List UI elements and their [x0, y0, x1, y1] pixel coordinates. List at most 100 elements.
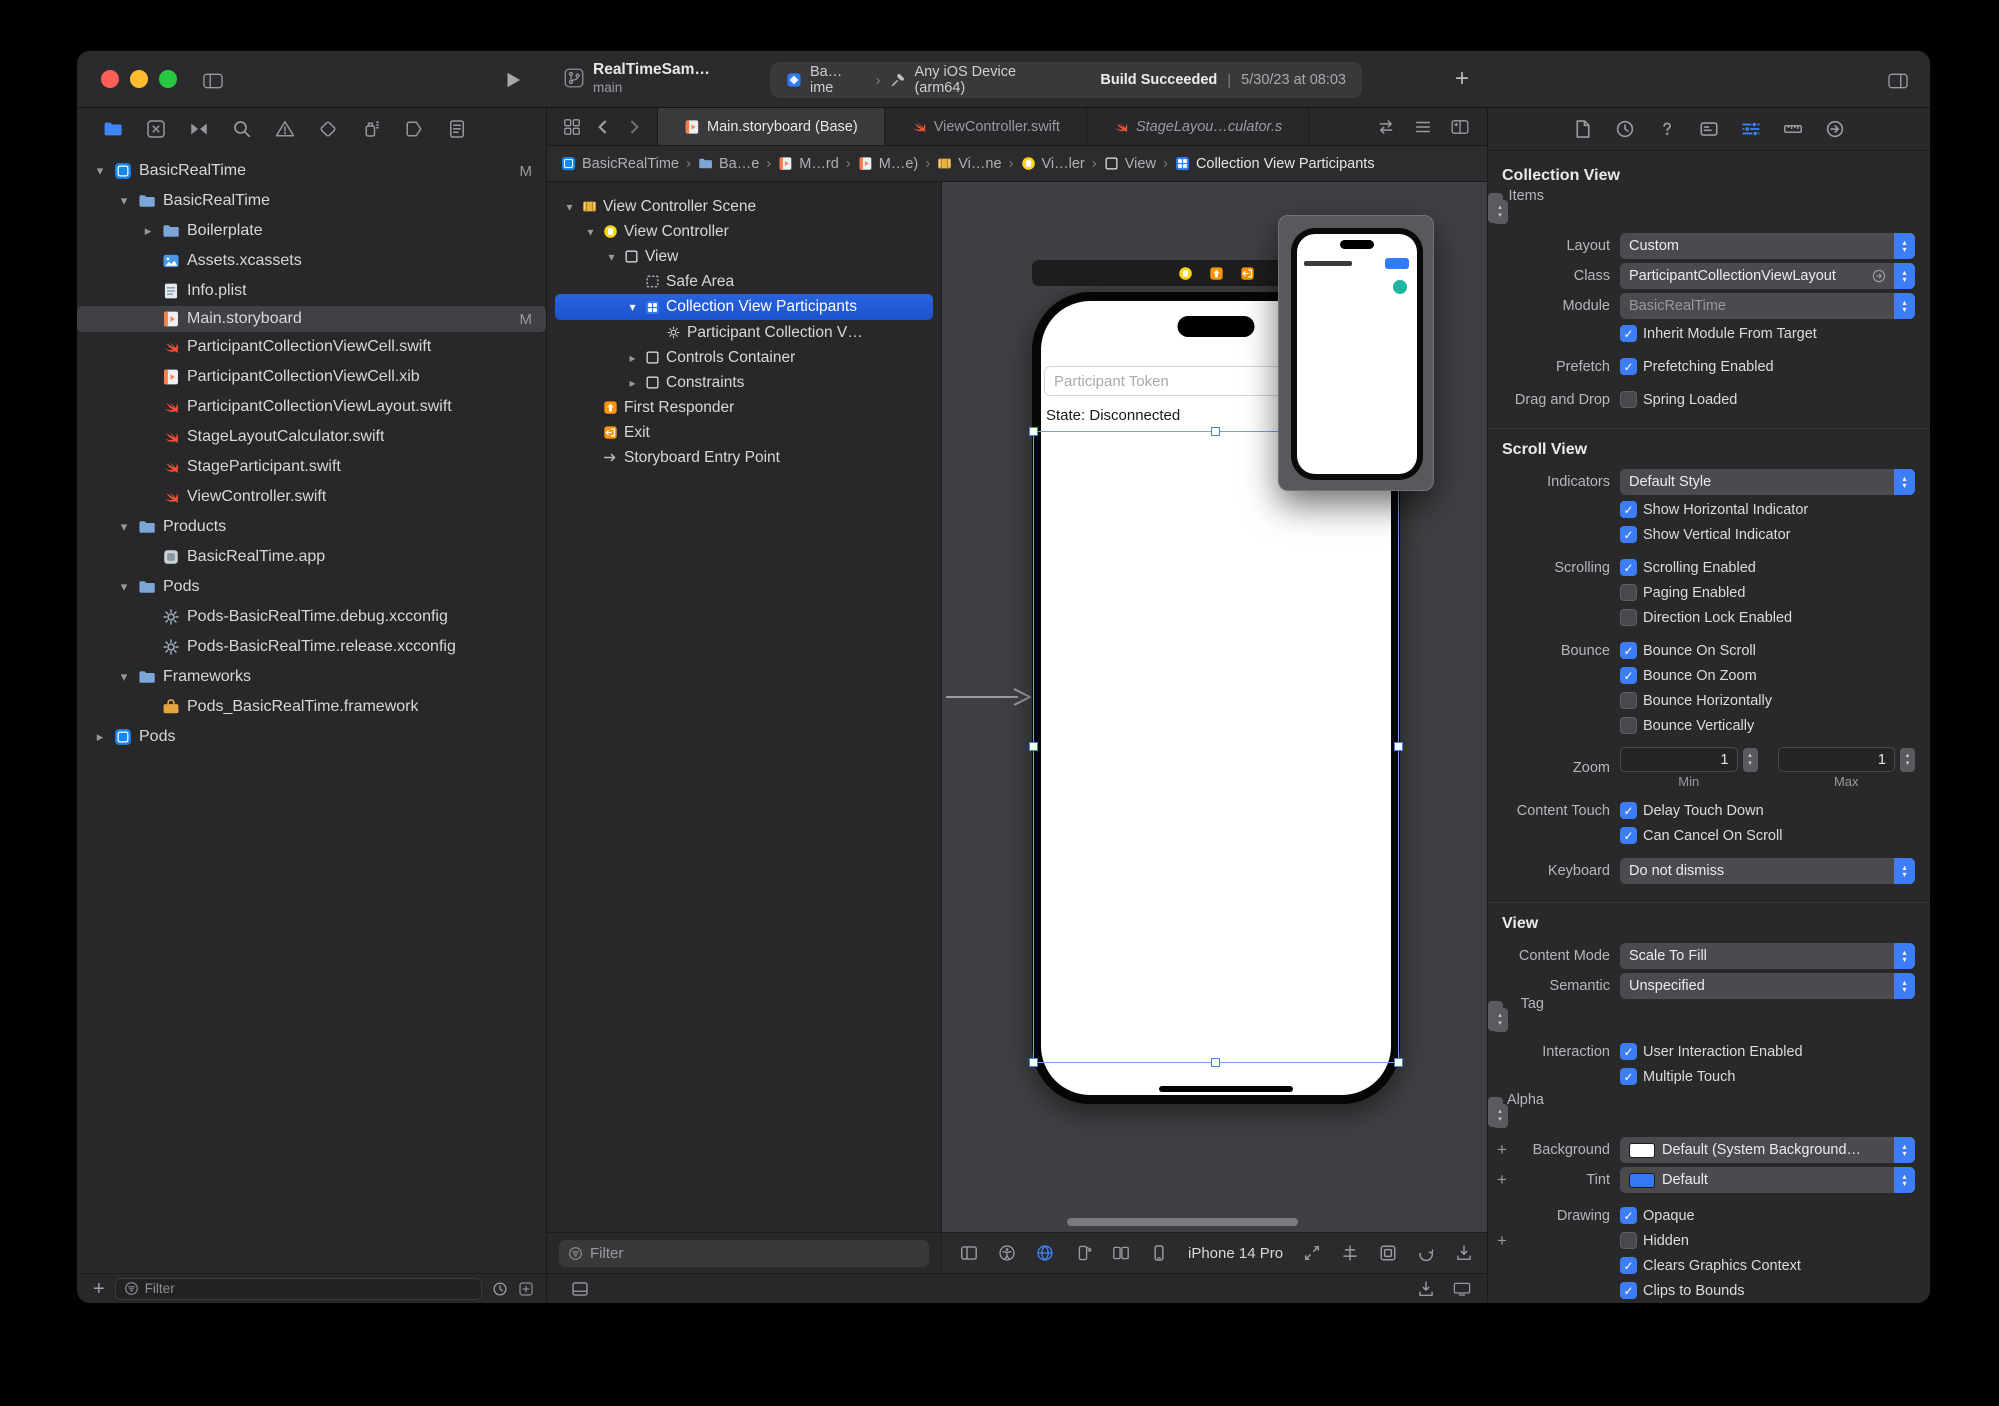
popup-tint[interactable]: Default ▴ ▾	[1620, 1167, 1915, 1193]
checkbox-clips-to-bounds[interactable]: ✓	[1620, 1282, 1637, 1299]
editor-tab-main-storyboard-base[interactable]: Main.storyboard (Base)	[657, 108, 885, 145]
file-tree-item-assets-xcassets[interactable]: Assets.xcassets	[77, 246, 546, 276]
zoom-max-stepper[interactable]: ▴ ▾	[1900, 747, 1915, 772]
outline-item-participant-collection-v[interactable]: Participant Collection V…	[555, 320, 933, 345]
navigator-tab-find[interactable]	[232, 119, 252, 139]
checkbox-spring-loaded[interactable]	[1620, 391, 1637, 408]
disclosure-chevron[interactable]: ▸	[626, 376, 639, 390]
outline-item-safe-area[interactable]: Safe Area	[555, 269, 933, 294]
disclosure-chevron[interactable]: ▾	[563, 200, 576, 214]
file-tree-item-info-plist[interactable]: Info.plist	[77, 276, 546, 306]
resize-handle[interactable]	[1211, 1058, 1220, 1067]
inspector-tab-quick-help[interactable]	[1657, 119, 1677, 139]
outline-item-controls-container[interactable]: ▸ Controls Container	[555, 345, 933, 370]
add-variation-button[interactable]: +	[1497, 1140, 1507, 1160]
checkbox-show-vertical-indicator[interactable]: ✓	[1620, 526, 1637, 543]
exit-icon[interactable]	[1240, 266, 1255, 281]
toggle-navigator-button[interactable]	[203, 71, 223, 91]
file-tree-item-products[interactable]: ▾ Products	[77, 512, 546, 542]
checkbox-delay-touch-down[interactable]: ✓	[1620, 802, 1637, 819]
jump-to-class-icon[interactable]	[1872, 269, 1886, 283]
checkbox-bounce-on-scroll[interactable]: ✓	[1620, 642, 1637, 659]
scheme-name[interactable]: Ba…ime	[810, 64, 865, 96]
file-tree-item-basicrealtime[interactable]: ▾ BasicRealTime	[77, 186, 546, 216]
outline-item-first-responder[interactable]: First Responder	[555, 395, 933, 420]
breadcrumb-item-vi-ler[interactable]: Vi…ler	[1021, 156, 1085, 172]
toggle-inspector-button[interactable]	[1888, 71, 1908, 91]
file-tree-item-pods-basicrealtime-framework[interactable]: Pods_BasicRealTime.framework	[77, 692, 546, 722]
appearance-globe-icon[interactable]	[1036, 1244, 1054, 1262]
stepper-items[interactable]: ▴ ▾	[1492, 200, 1508, 224]
toggle-outline-icon[interactable]	[571, 1280, 589, 1298]
outline-item-collection-view-participants[interactable]: ▾ Collection View Participants	[555, 294, 933, 320]
adjust-editor-icon[interactable]	[1414, 118, 1432, 136]
popup-module[interactable]: BasicRealTime ▴ ▾	[1620, 293, 1915, 319]
navigator-tab-reports[interactable]	[447, 119, 467, 139]
checkbox-paging-enabled[interactable]	[1620, 584, 1637, 601]
zoom-window-button[interactable]	[159, 70, 177, 88]
stepper-alpha[interactable]: ▴ ▾	[1492, 1104, 1508, 1128]
checkbox-direction-lock-enabled[interactable]	[1620, 609, 1637, 626]
breadcrumb-item-collection-view-participants[interactable]: Collection View Participants	[1175, 156, 1375, 172]
inspector-tab-size[interactable]	[1783, 119, 1803, 139]
rotate-device-icon[interactable]	[1074, 1244, 1092, 1262]
run-button[interactable]	[503, 70, 523, 90]
resize-handle[interactable]	[1029, 742, 1038, 751]
stepper-tag[interactable]: ▴ ▾	[1492, 1008, 1508, 1032]
resolve-autolayout-icon[interactable]	[1455, 1244, 1473, 1262]
update-frames-icon[interactable]	[1417, 1280, 1435, 1298]
add-editor-icon[interactable]	[1451, 118, 1469, 136]
resize-handle[interactable]	[1394, 742, 1403, 751]
file-tree-item-basicrealtime[interactable]: ▾ BasicRealTime M	[77, 156, 546, 186]
inspector-tab-attributes[interactable]	[1741, 119, 1761, 139]
outline-item-exit[interactable]: Exit	[555, 420, 933, 445]
outline-item-view-controller[interactable]: ▾ View Controller	[555, 219, 933, 244]
embed-icon[interactable]	[1417, 1244, 1435, 1262]
popup-class[interactable]: ParticipantCollectionViewLayout ▴ ▾	[1620, 263, 1915, 289]
add-variation-button[interactable]: +	[1497, 1170, 1507, 1190]
scheme-selector[interactable]: Ba…ime › Any iOS Device (arm64) Build Su…	[770, 62, 1362, 98]
checkbox-scrolling-enabled[interactable]: ✓	[1620, 559, 1637, 576]
disclosure-chevron[interactable]: ▾	[117, 579, 131, 595]
inspector-tab-history[interactable]	[1615, 119, 1635, 139]
file-tree-item-participantcollectionviewlayout-swift[interactable]: ParticipantCollectionViewLayout.swift	[77, 392, 546, 422]
breadcrumb-item-vi-ne[interactable]: Vi…ne	[937, 156, 1002, 172]
resize-handle[interactable]	[1211, 427, 1220, 436]
disclosure-chevron[interactable]: ▸	[141, 223, 155, 239]
view-controller-icon[interactable]	[1178, 266, 1193, 281]
storyboard-canvas[interactable]: Participant Token State: Disconnected	[942, 182, 1487, 1232]
breadcrumb-item-m-e[interactable]: M…e)	[858, 156, 918, 172]
destination-name[interactable]: Any iOS Device (arm64)	[914, 64, 1070, 96]
display-scale-icon[interactable]	[1453, 1280, 1471, 1298]
forward-icon[interactable]	[625, 118, 643, 136]
file-tree-item-main-storyboard[interactable]: Main.storyboard M	[77, 306, 546, 332]
file-tree-item-frameworks[interactable]: ▾ Frameworks	[77, 662, 546, 692]
checkbox-show-horizontal-indicator[interactable]: ✓	[1620, 501, 1637, 518]
close-window-button[interactable]	[101, 70, 119, 88]
minimize-window-button[interactable]	[130, 70, 148, 88]
device-name[interactable]: iPhone 14 Pro	[1188, 1245, 1283, 1262]
file-tree-item-stagelayoutcalculator-swift[interactable]: StageLayoutCalculator.swift	[77, 422, 546, 452]
disclosure-chevron[interactable]: ▾	[93, 163, 107, 179]
back-icon[interactable]	[594, 118, 612, 136]
split-view-icon[interactable]	[1112, 1244, 1130, 1262]
zoom-max-field[interactable]: 1	[1777, 747, 1895, 772]
inspector-tab-connections[interactable]	[1825, 119, 1845, 139]
editor-tab-viewcontroller-swift[interactable]: ViewController.swift	[885, 108, 1087, 145]
preview-window[interactable]	[1278, 215, 1434, 491]
outline-item-view[interactable]: ▾ View	[555, 244, 933, 269]
checkbox-inherit-module-from-target[interactable]: ✓	[1620, 325, 1637, 342]
checkbox-opaque[interactable]: ✓	[1620, 1207, 1637, 1224]
editor-layout-icon[interactable]	[960, 1244, 978, 1262]
navigator-filter-field[interactable]: Filter	[114, 1277, 482, 1300]
navigator-tab-tests[interactable]	[318, 119, 338, 139]
add-constraints-icon[interactable]	[1379, 1244, 1397, 1262]
file-tree-item-pods-basicrealtime-debug-xcconfig[interactable]: Pods-BasicRealTime.debug.xcconfig	[77, 602, 546, 632]
first-responder-icon[interactable]	[1209, 266, 1224, 281]
storyboard-entry-arrow[interactable]	[944, 684, 1036, 710]
popup-background[interactable]: Default (System Background… ▴ ▾	[1620, 1137, 1915, 1163]
file-tree-item-participantcollectionviewcell-xib[interactable]: ParticipantCollectionViewCell.xib	[77, 362, 546, 392]
file-tree-item-basicrealtime-app[interactable]: BasicRealTime.app	[77, 542, 546, 572]
add-file-button[interactable]: +	[93, 1279, 105, 1299]
checkbox-user-interaction-enabled[interactable]: ✓	[1620, 1043, 1637, 1060]
